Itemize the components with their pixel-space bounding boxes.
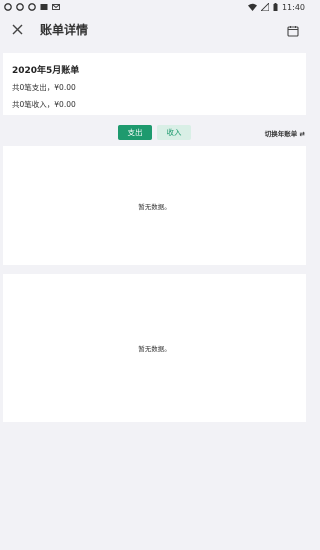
- status-right-icons: 11:40: [247, 2, 305, 12]
- app-notification-icon: [16, 3, 24, 11]
- close-button[interactable]: [10, 22, 24, 36]
- status-bar: 11:40: [0, 0, 309, 14]
- empty-state-text: 暂无数据。: [138, 202, 171, 211]
- status-time: 11:40: [281, 2, 305, 12]
- type-toggle-row: 支出 收入 切换年账单 ⇄: [0, 125, 309, 141]
- list-panel: 暂无数据。: [3, 274, 306, 422]
- summary-income-line: 共0笔收入，¥0.00: [12, 100, 76, 109]
- top-app-bar: 账单详情: [0, 14, 309, 44]
- image-notification-icon: [40, 4, 48, 10]
- app-notification-icon: [4, 3, 12, 11]
- tab-income[interactable]: 收入: [157, 125, 191, 140]
- empty-state-text: 暂无数据。: [138, 345, 171, 353]
- wifi-icon: [247, 3, 257, 11]
- calendar-icon: [287, 26, 299, 37]
- page-title: 账单详情: [40, 22, 89, 37]
- switch-year-bill-button[interactable]: 切换年账单 ⇄: [265, 128, 305, 138]
- month-summary-card: 2020年5月账单 共0笔支出，¥0.00 共0笔收入，¥0.00: [3, 53, 306, 115]
- close-icon: [12, 24, 22, 34]
- chart-panel: 暂无数据。: [3, 146, 306, 265]
- tab-expense[interactable]: 支出: [118, 125, 152, 140]
- status-left-icons: [4, 3, 60, 11]
- summary-month-title: 2020年5月账单: [12, 66, 80, 76]
- battery-icon: [273, 3, 278, 11]
- app-notification-icon: [28, 3, 36, 11]
- signal-icon: [260, 3, 269, 11]
- summary-expense-line: 共0笔支出，¥0.00: [12, 83, 76, 92]
- mail-notification-icon: [52, 4, 60, 10]
- calendar-button[interactable]: [287, 22, 301, 37]
